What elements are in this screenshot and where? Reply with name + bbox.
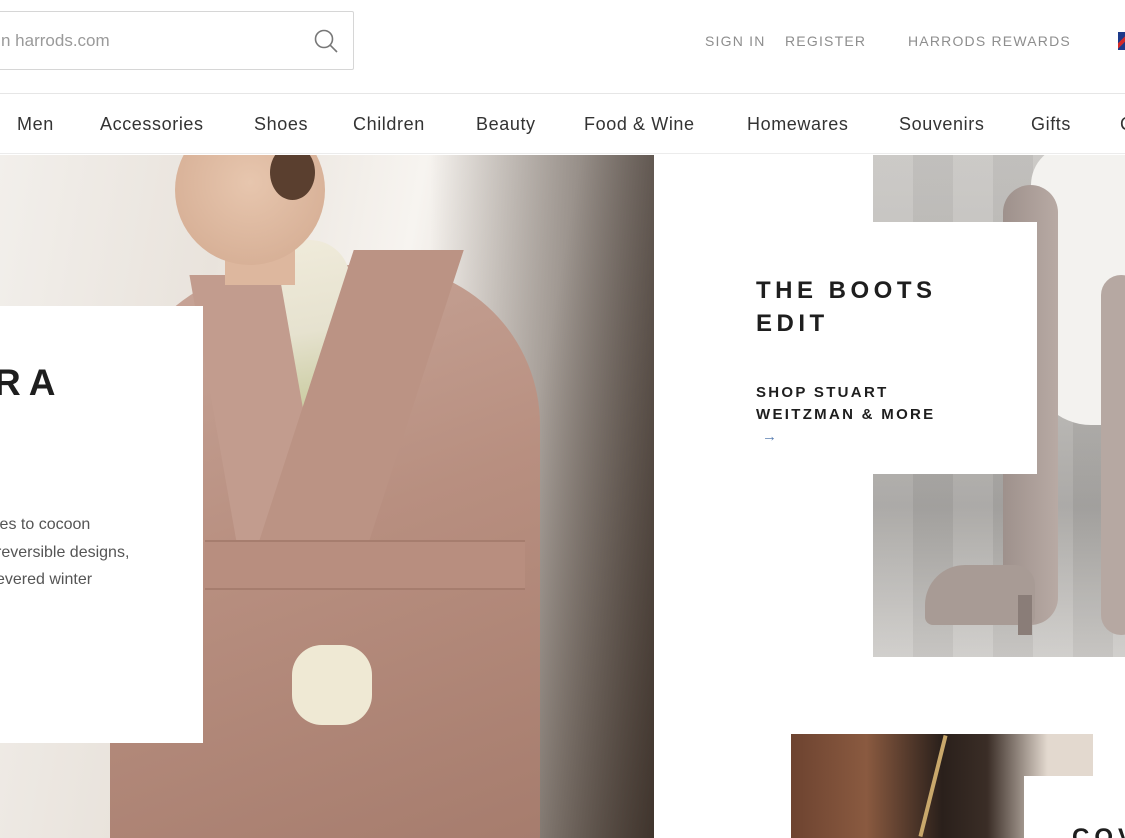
coat-belt [205,540,525,590]
hero-description-line: evered winter [0,571,93,588]
nav-item-gifts[interactable]: Gifts [1031,114,1071,135]
search-icon[interactable] [313,28,339,54]
hero-description-line: reversible designs, [0,543,130,561]
boots-link-line: WEITZMAN & MORE → [756,404,935,448]
cov-promo-card[interactable]: COV [1024,776,1125,838]
hero-promo-card[interactable]: RA les to cocoon reversible designs, eve… [0,306,203,743]
nav-item-homewares[interactable]: Homewares [747,114,848,135]
search-input[interactable]: n harrods.com [0,11,354,70]
boots-promo-card[interactable]: THE BOOTS EDIT SHOP STUART WEITZMAN & MO… [714,222,1037,474]
nav-item-souvenirs[interactable]: Souvenirs [899,114,984,135]
nav-item-beauty[interactable]: Beauty [476,114,536,135]
arrow-right-icon: → [762,428,780,445]
boot-leg [1101,275,1125,635]
boot-heel [1018,595,1032,635]
walking-stick [918,735,948,837]
main-nav: Men Accessories Shoes Children Beauty Fo… [0,94,1125,154]
boots-link-text: WEITZMAN & MORE [756,406,936,423]
nav-item-children[interactable]: Children [353,114,425,135]
nav-item-men[interactable]: Men [17,114,54,135]
cov-title: COV [1072,824,1125,838]
shop-stuart-weitzman-link[interactable]: SHOP STUART WEITZMAN & MORE → [756,382,935,448]
nav-item-more[interactable]: C [1120,114,1125,135]
sign-in-link[interactable]: SIGN IN [705,33,766,49]
site-header: n harrods.com SIGN IN REGISTER HARRODS R… [0,0,1125,94]
hero-title: RA [0,362,64,403]
harrods-rewards-link[interactable]: HARRODS REWARDS [908,33,1071,49]
blouse-cuff [292,645,372,725]
nav-item-shoes[interactable]: Shoes [254,114,308,135]
nav-item-accessories[interactable]: Accessories [100,114,204,135]
boots-link-line: SHOP STUART [756,384,889,401]
uk-flag-icon[interactable] [1118,32,1125,50]
hero-description: les to cocoon reversible designs, evered… [0,511,196,594]
nav-item-food-wine[interactable]: Food & Wine [584,114,695,135]
boots-title-line: THE BOOTS [756,277,937,304]
register-link[interactable]: REGISTER [785,33,866,49]
hero-description-line: les to cocoon [0,516,91,533]
search-placeholder: n harrods.com [1,31,110,50]
boots-title: THE BOOTS EDIT [756,274,1016,340]
boots-title-line: EDIT [756,310,829,337]
